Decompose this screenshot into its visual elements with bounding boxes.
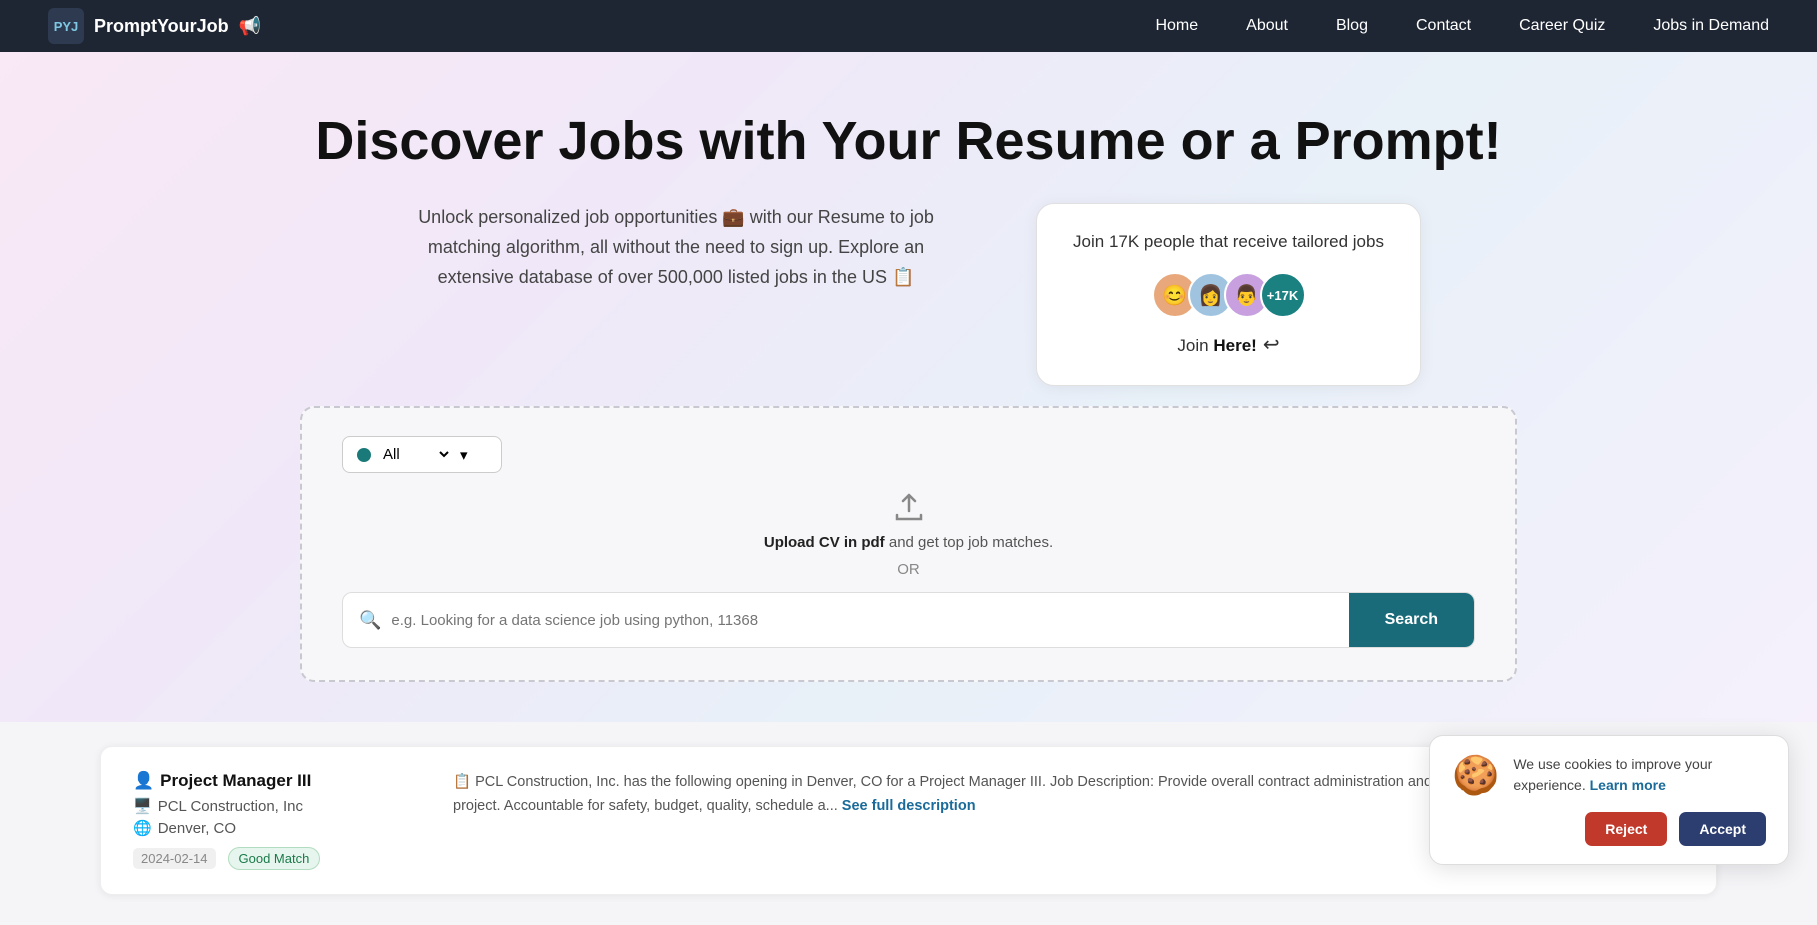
nav-home[interactable]: Home [1155,17,1198,34]
join-card: Join 17K people that receive tailored jo… [1036,203,1421,386]
chevron-down-icon: ▾ [460,446,468,464]
job-info-left: 👤 Project Manager III 🖥️ PCL Constructio… [133,771,413,870]
job-title-emoji: 👤 [133,771,154,791]
upload-area[interactable]: Upload CV in pdf and get top job matches… [342,493,1475,551]
company-icon: 🖥️ [133,797,152,815]
job-date: 2024-02-14 [133,848,216,869]
cookie-top: 🍪 We use cookies to improve your experie… [1452,754,1766,798]
location-icon: 🌐 [133,819,152,837]
job-location: 🌐 Denver, CO [133,819,413,837]
job-meta: 2024-02-14 Good Match [133,847,413,870]
cookie-text: We use cookies to improve your experienc… [1513,754,1766,796]
join-cta-label: Here! [1213,336,1256,355]
nav-jobs-in-demand[interactable]: Jobs in Demand [1653,17,1769,34]
cookie-reject-button[interactable]: Reject [1585,812,1667,846]
search-input[interactable] [391,594,1348,647]
nav-logo: PYJ [48,8,84,44]
nav-career-quiz[interactable]: Career Quiz [1519,17,1605,34]
join-arrow-icon: ↩ [1263,332,1280,357]
search-section: All Remote On-site ▾ Upload CV in pdf an… [300,406,1517,682]
upload-bold-label: Upload CV in pdf [764,534,885,551]
or-divider: OR [342,561,1475,578]
avatar-plus-count: +17K [1260,272,1306,318]
nav-blog[interactable]: Blog [1336,17,1368,34]
search-button[interactable]: Search [1349,593,1474,647]
brand-emoji: 📢 [239,16,261,37]
join-card-title: Join 17K people that receive tailored jo… [1073,232,1384,252]
nav-about[interactable]: About [1246,17,1288,34]
join-cta[interactable]: Join Here! ↩ [1073,332,1384,357]
nav-contact[interactable]: Contact [1416,17,1471,34]
cookie-learn-more-link[interactable]: Learn more [1590,777,1666,793]
job-company: 🖥️ PCL Construction, Inc [133,797,413,815]
search-bar-icon: 🔍 [359,610,381,631]
location-selector[interactable]: All Remote On-site ▾ [342,436,502,473]
brand[interactable]: PYJ PromptYourJob 📢 [48,8,261,44]
job-title: 👤 Project Manager III [133,771,413,791]
cookie-buttons: Reject Accept [1452,812,1766,846]
search-bar: 🔍 Search [342,592,1475,648]
cookie-accept-button[interactable]: Accept [1679,812,1766,846]
cookie-banner: 🍪 We use cookies to improve your experie… [1429,735,1789,865]
avatar-group: 😊 👩 👨 +17K [1073,272,1384,318]
upload-rest-label: and get top job matches. [885,534,1053,551]
hero-description: Unlock personalized job opportunities 💼 … [396,203,956,292]
upload-text: Upload CV in pdf and get top job matches… [342,534,1475,551]
hero-section: Discover Jobs with Your Resume or a Prom… [0,52,1817,722]
nav-links: Home About Blog Contact Career Quiz Jobs… [1155,17,1769,35]
see-full-description-link[interactable]: See full description [842,798,976,814]
job-badge: Good Match [228,847,321,870]
upload-icon [342,493,1475,528]
search-top: All Remote On-site ▾ [342,436,1475,473]
navbar: PYJ PromptYourJob 📢 Home About Blog Cont… [0,0,1817,52]
job-desc-emoji: 📋 [453,774,475,790]
join-text: Join [1177,336,1213,355]
location-dropdown[interactable]: All Remote On-site [379,445,452,464]
cookie-icon: 🍪 [1452,754,1499,798]
location-dot [357,448,371,462]
brand-name: PromptYourJob [94,16,229,37]
hero-title: Discover Jobs with Your Resume or a Prom… [200,112,1617,171]
